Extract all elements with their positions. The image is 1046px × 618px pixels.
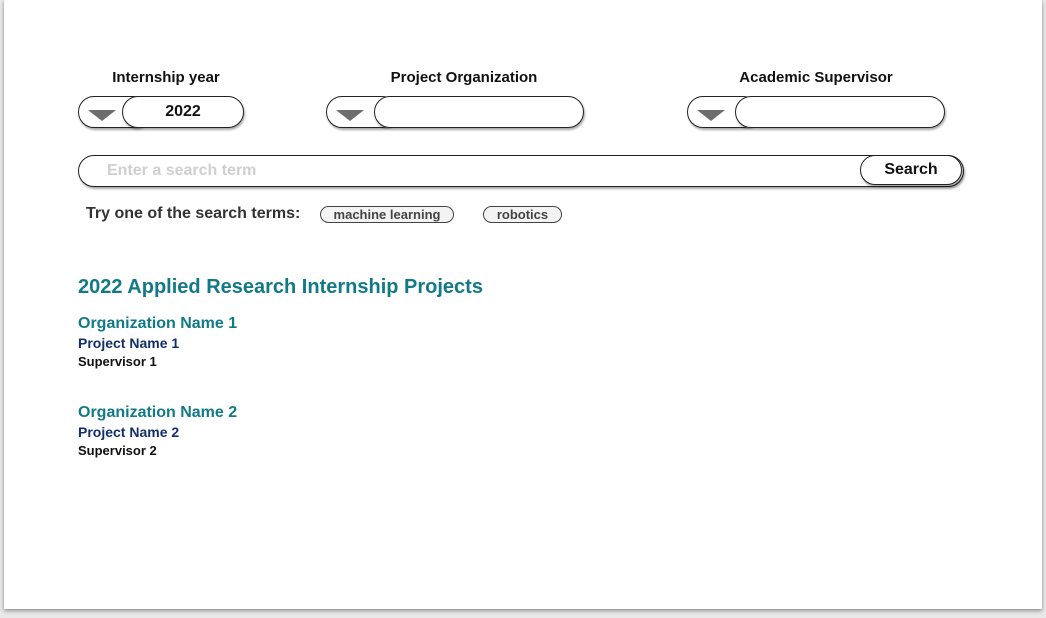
triangle-down-icon bbox=[697, 110, 725, 121]
search-input[interactable] bbox=[107, 156, 847, 186]
internship-year-value[interactable]: 2022 bbox=[122, 96, 244, 128]
page-card: Internship year 2022 Project Organizatio… bbox=[4, 0, 1042, 609]
organization-name[interactable]: Organization Name 1 bbox=[78, 315, 237, 333]
supervisor-name: Supervisor 2 bbox=[78, 443, 157, 458]
academic-supervisor-label: Academic Supervisor bbox=[739, 69, 893, 86]
project-name[interactable]: Project Name 1 bbox=[78, 335, 179, 351]
project-organization-dropdown[interactable] bbox=[326, 96, 586, 130]
suggestion-chip-robotics[interactable]: robotics bbox=[483, 206, 562, 223]
internship-year-dropdown[interactable]: 2022 bbox=[78, 96, 248, 130]
triangle-down-icon bbox=[336, 110, 364, 121]
suggestion-chip-machine-learning[interactable]: machine learning bbox=[320, 206, 454, 223]
organization-name[interactable]: Organization Name 2 bbox=[78, 404, 237, 422]
project-organization-label: Project Organization bbox=[390, 69, 538, 86]
project-name[interactable]: Project Name 2 bbox=[78, 424, 179, 440]
search-bar bbox=[78, 155, 964, 187]
triangle-down-icon bbox=[88, 110, 116, 121]
suggestions-prompt: Try one of the search terms: bbox=[86, 205, 301, 222]
internship-year-label: Internship year bbox=[112, 69, 220, 86]
academic-supervisor-dropdown[interactable] bbox=[687, 96, 947, 130]
supervisor-name: Supervisor 1 bbox=[78, 354, 157, 369]
project-organization-value[interactable] bbox=[374, 96, 584, 128]
search-button[interactable]: Search bbox=[860, 155, 962, 185]
academic-supervisor-value[interactable] bbox=[735, 96, 945, 128]
results-title: 2022 Applied Research Internship Project… bbox=[78, 276, 483, 298]
